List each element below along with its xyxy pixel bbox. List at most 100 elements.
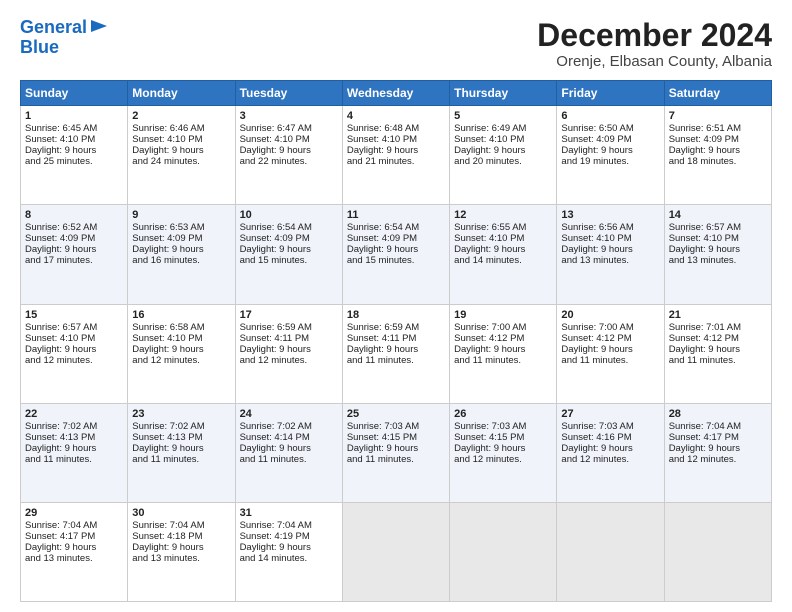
day-info-line: Daylight: 9 hours (240, 542, 338, 553)
day-info-line: Daylight: 9 hours (347, 344, 445, 355)
day-info-line: Daylight: 9 hours (240, 244, 338, 255)
day-number: 14 (669, 209, 767, 221)
day-info-line: Sunset: 4:10 PM (132, 134, 230, 145)
day-info-line: Sunset: 4:09 PM (561, 134, 659, 145)
day-info-line: Sunrise: 6:59 AM (347, 322, 445, 333)
table-row: 24Sunrise: 7:02 AMSunset: 4:14 PMDayligh… (235, 403, 342, 502)
table-row: 31Sunrise: 7:04 AMSunset: 4:19 PMDayligh… (235, 502, 342, 601)
calendar-header-row: Sunday Monday Tuesday Wednesday Thursday… (21, 81, 772, 106)
day-info-line: and 13 minutes. (25, 553, 123, 564)
table-row (664, 502, 771, 601)
table-row: 4Sunrise: 6:48 AMSunset: 4:10 PMDaylight… (342, 106, 449, 205)
day-number: 27 (561, 408, 659, 420)
day-number: 21 (669, 309, 767, 321)
day-number: 19 (454, 309, 552, 321)
table-row: 15Sunrise: 6:57 AMSunset: 4:10 PMDayligh… (21, 304, 128, 403)
table-row: 12Sunrise: 6:55 AMSunset: 4:10 PMDayligh… (450, 205, 557, 304)
day-info-line: and 11 minutes. (347, 454, 445, 465)
day-info-line: Daylight: 9 hours (25, 542, 123, 553)
day-info-line: and 12 minutes. (240, 355, 338, 366)
calendar-row: 8Sunrise: 6:52 AMSunset: 4:09 PMDaylight… (21, 205, 772, 304)
calendar-row: 15Sunrise: 6:57 AMSunset: 4:10 PMDayligh… (21, 304, 772, 403)
table-row: 25Sunrise: 7:03 AMSunset: 4:15 PMDayligh… (342, 403, 449, 502)
day-info-line: Daylight: 9 hours (454, 244, 552, 255)
logo-text: General (20, 18, 87, 38)
day-info-line: Daylight: 9 hours (561, 244, 659, 255)
table-row: 11Sunrise: 6:54 AMSunset: 4:09 PMDayligh… (342, 205, 449, 304)
table-row: 30Sunrise: 7:04 AMSunset: 4:18 PMDayligh… (128, 502, 235, 601)
day-info-line: Sunrise: 7:01 AM (669, 322, 767, 333)
day-info-line: Sunset: 4:18 PM (132, 531, 230, 542)
day-info-line: Sunrise: 7:04 AM (25, 520, 123, 531)
day-info-line: Sunrise: 7:00 AM (454, 322, 552, 333)
day-info-line: Sunset: 4:15 PM (347, 432, 445, 443)
day-info-line: Daylight: 9 hours (561, 344, 659, 355)
title-block: December 2024 Orenje, Elbasan County, Al… (537, 18, 772, 70)
day-info-line: and 12 minutes. (561, 454, 659, 465)
day-info-line: Daylight: 9 hours (669, 344, 767, 355)
day-info-line: Sunrise: 6:54 AM (240, 222, 338, 233)
table-row: 9Sunrise: 6:53 AMSunset: 4:09 PMDaylight… (128, 205, 235, 304)
header-saturday: Saturday (664, 81, 771, 106)
day-info-line: Sunrise: 7:04 AM (240, 520, 338, 531)
table-row: 3Sunrise: 6:47 AMSunset: 4:10 PMDaylight… (235, 106, 342, 205)
day-info-line: and 13 minutes. (561, 255, 659, 266)
day-info-line: and 12 minutes. (25, 355, 123, 366)
day-info-line: and 24 minutes. (132, 156, 230, 167)
day-info-line: and 16 minutes. (132, 255, 230, 266)
table-row: 16Sunrise: 6:58 AMSunset: 4:10 PMDayligh… (128, 304, 235, 403)
main-title: December 2024 (537, 18, 772, 53)
day-info-line: and 20 minutes. (454, 156, 552, 167)
day-info-line: Sunset: 4:16 PM (561, 432, 659, 443)
day-info-line: and 13 minutes. (669, 255, 767, 266)
day-info-line: Daylight: 9 hours (561, 145, 659, 156)
day-info-line: Sunset: 4:10 PM (132, 333, 230, 344)
table-row: 19Sunrise: 7:00 AMSunset: 4:12 PMDayligh… (450, 304, 557, 403)
day-number: 8 (25, 209, 123, 221)
day-info-line: and 15 minutes. (240, 255, 338, 266)
day-info-line: Sunrise: 7:03 AM (347, 421, 445, 432)
day-info-line: and 25 minutes. (25, 156, 123, 167)
day-info-line: Daylight: 9 hours (347, 244, 445, 255)
table-row: 17Sunrise: 6:59 AMSunset: 4:11 PMDayligh… (235, 304, 342, 403)
table-row: 21Sunrise: 7:01 AMSunset: 4:12 PMDayligh… (664, 304, 771, 403)
calendar-row: 29Sunrise: 7:04 AMSunset: 4:17 PMDayligh… (21, 502, 772, 601)
table-row: 2Sunrise: 6:46 AMSunset: 4:10 PMDaylight… (128, 106, 235, 205)
day-info-line: Sunset: 4:10 PM (454, 134, 552, 145)
table-row: 10Sunrise: 6:54 AMSunset: 4:09 PMDayligh… (235, 205, 342, 304)
table-row: 7Sunrise: 6:51 AMSunset: 4:09 PMDaylight… (664, 106, 771, 205)
table-row (557, 502, 664, 601)
calendar-row: 1Sunrise: 6:45 AMSunset: 4:10 PMDaylight… (21, 106, 772, 205)
day-info-line: and 14 minutes. (240, 553, 338, 564)
day-info-line: Sunrise: 6:56 AM (561, 222, 659, 233)
table-row: 29Sunrise: 7:04 AMSunset: 4:17 PMDayligh… (21, 502, 128, 601)
day-info-line: Daylight: 9 hours (669, 443, 767, 454)
day-info-line: Sunrise: 6:54 AM (347, 222, 445, 233)
day-number: 30 (132, 507, 230, 519)
day-info-line: Sunset: 4:12 PM (561, 333, 659, 344)
day-info-line: Sunrise: 6:53 AM (132, 222, 230, 233)
day-number: 15 (25, 309, 123, 321)
table-row: 23Sunrise: 7:02 AMSunset: 4:13 PMDayligh… (128, 403, 235, 502)
day-info-line: Sunset: 4:10 PM (25, 134, 123, 145)
header-monday: Monday (128, 81, 235, 106)
day-info-line: and 18 minutes. (669, 156, 767, 167)
table-row: 28Sunrise: 7:04 AMSunset: 4:17 PMDayligh… (664, 403, 771, 502)
day-info-line: and 11 minutes. (347, 355, 445, 366)
day-number: 2 (132, 110, 230, 122)
day-info-line: Sunset: 4:09 PM (669, 134, 767, 145)
day-info-line: Sunset: 4:09 PM (347, 233, 445, 244)
calendar-table: Sunday Monday Tuesday Wednesday Thursday… (20, 80, 772, 602)
day-number: 3 (240, 110, 338, 122)
day-number: 22 (25, 408, 123, 420)
day-info-line: Sunrise: 6:57 AM (669, 222, 767, 233)
day-info-line: and 11 minutes. (240, 454, 338, 465)
day-info-line: Daylight: 9 hours (25, 344, 123, 355)
day-info-line: Sunrise: 6:59 AM (240, 322, 338, 333)
table-row: 18Sunrise: 6:59 AMSunset: 4:11 PMDayligh… (342, 304, 449, 403)
day-info-line: Daylight: 9 hours (454, 443, 552, 454)
day-info-line: Sunrise: 6:48 AM (347, 123, 445, 134)
day-number: 28 (669, 408, 767, 420)
day-info-line: Sunset: 4:10 PM (669, 233, 767, 244)
day-info-line: Sunrise: 7:03 AM (454, 421, 552, 432)
